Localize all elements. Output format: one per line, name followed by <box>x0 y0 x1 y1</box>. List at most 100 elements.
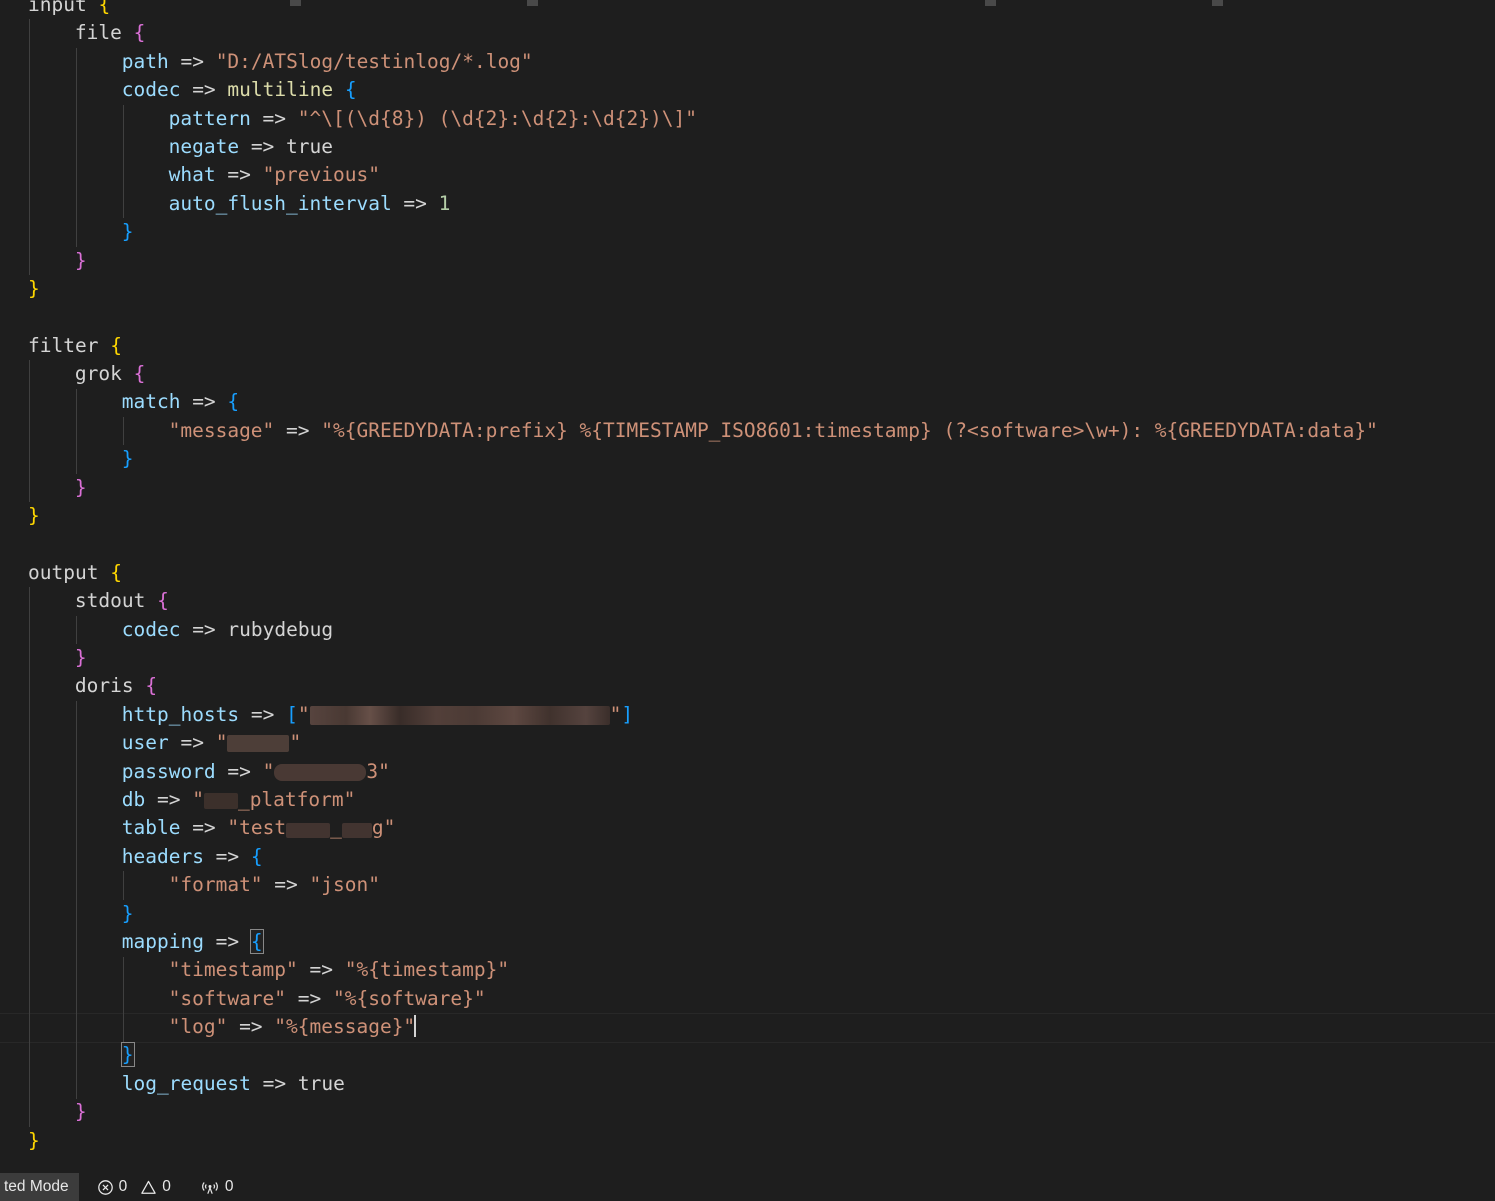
code-line[interactable]: match => { <box>0 388 1495 416</box>
code-line[interactable]: } <box>0 445 1495 473</box>
code-line[interactable]: user => " " <box>0 729 1495 757</box>
code-token: } <box>74 248 87 272</box>
code-token: true <box>297 1071 345 1095</box>
code-line[interactable]: codec => rubydebug <box>0 616 1495 644</box>
code-token: => <box>391 191 439 215</box>
code-token: => <box>180 78 228 102</box>
code-token: " <box>192 787 204 811</box>
code-token: _ <box>330 816 342 840</box>
code-token: pattern <box>168 106 251 130</box>
code-line[interactable]: "timestamp" => "%{timestamp}" <box>0 956 1495 984</box>
code-token: => <box>215 163 263 187</box>
code-line[interactable]: } <box>0 644 1495 672</box>
code-token: " <box>262 759 275 783</box>
warning-triangle-icon <box>140 1179 157 1196</box>
code-line[interactable]: codec => multiline { <box>0 76 1495 104</box>
code-token: "%{message}" <box>274 1015 416 1039</box>
code-token: => <box>227 1015 275 1039</box>
code-token: } <box>74 475 87 499</box>
code-token: password <box>121 759 216 783</box>
redacted-value <box>341 823 372 839</box>
clipped-previous-line <box>0 0 1495 8</box>
code-line[interactable]: log_request => true <box>0 1070 1495 1098</box>
code-line[interactable]: } <box>0 247 1495 275</box>
restricted-mode-label: ted Mode <box>4 1178 69 1195</box>
redacted-value <box>286 823 331 839</box>
code-line[interactable]: doris { <box>0 672 1495 700</box>
code-editor[interactable]: input {file {path => "D:/ATSlog/testinlo… <box>0 0 1495 1173</box>
status-bar: ted Mode 0 0 0 <box>0 1173 1495 1201</box>
code-content[interactable]: input {file {path => "D:/ATSlog/testinlo… <box>0 0 1495 1155</box>
code-token: => <box>203 844 251 868</box>
code-token: => <box>250 106 298 130</box>
code-line[interactable]: } <box>0 502 1495 530</box>
problems-indicator[interactable]: 0 0 <box>79 1173 191 1201</box>
code-token: g" <box>371 816 396 840</box>
code-token: => <box>262 873 310 897</box>
code-token: match <box>121 390 181 414</box>
code-token: => <box>180 816 228 840</box>
code-line[interactable] <box>0 530 1495 558</box>
restricted-mode-badge[interactable]: ted Mode <box>0 1173 79 1201</box>
code-token: " <box>297 702 310 726</box>
code-line[interactable]: } <box>0 1098 1495 1126</box>
code-line[interactable]: stdout { <box>0 587 1495 615</box>
code-line[interactable]: } <box>0 1127 1495 1155</box>
code-line[interactable]: pattern => "^\[(\d{8}) (\d{2}:\d{2}:\d{2… <box>0 105 1495 133</box>
code-token: table <box>121 816 181 840</box>
code-line[interactable]: file { <box>0 19 1495 47</box>
code-token: { <box>344 78 357 102</box>
code-line[interactable]: auto_flush_interval => 1 <box>0 190 1495 218</box>
code-line[interactable]: "software" => "%{software}" <box>0 985 1495 1013</box>
code-token: } <box>121 901 134 925</box>
code-line[interactable]: path => "D:/ATSlog/testinlog/*.log" <box>0 48 1495 76</box>
code-line[interactable]: } <box>0 1041 1495 1069</box>
bracket-match: { <box>249 928 264 954</box>
code-token: => <box>145 787 193 811</box>
code-line[interactable] <box>0 303 1495 331</box>
code-line[interactable]: what => "previous" <box>0 161 1495 189</box>
ports-indicator[interactable]: 0 <box>191 1173 244 1201</box>
code-token: log_request <box>121 1071 251 1095</box>
code-line[interactable]: filter { <box>0 332 1495 360</box>
code-line[interactable]: password => " 3" <box>0 758 1495 786</box>
code-line[interactable]: negate => true <box>0 133 1495 161</box>
code-token: => <box>286 986 333 1010</box>
text-cursor <box>414 1015 417 1038</box>
code-token: } <box>121 220 134 244</box>
code-line[interactable]: table => "test _ g" <box>0 814 1495 842</box>
code-line[interactable]: "format" => "json" <box>0 871 1495 899</box>
code-token: { <box>133 21 146 45</box>
code-line[interactable]: "message" => "%{GREEDYDATA:prefix} %{TIM… <box>0 417 1495 445</box>
code-line[interactable]: } <box>0 900 1495 928</box>
code-line[interactable]: } <box>0 474 1495 502</box>
code-token: doris <box>74 674 146 698</box>
error-count: 0 <box>118 1178 128 1195</box>
code-line[interactable]: headers => { <box>0 843 1495 871</box>
code-token: { <box>145 674 158 698</box>
code-token: { <box>110 333 122 357</box>
code-token: => <box>297 958 345 982</box>
code-token: codec <box>121 617 181 641</box>
code-token: rubydebug <box>227 617 334 641</box>
code-line[interactable]: output { <box>0 559 1495 587</box>
redacted-value <box>203 792 238 809</box>
code-token: grok <box>74 362 134 386</box>
code-line[interactable]: "log" => "%{message}" <box>0 1013 1495 1044</box>
error-circle-icon <box>97 1179 114 1196</box>
code-token: codec <box>121 78 181 102</box>
code-line[interactable]: grok { <box>0 360 1495 388</box>
code-token: => <box>215 759 263 783</box>
code-token: => <box>180 617 228 641</box>
code-token: => <box>168 731 216 755</box>
code-token: file <box>74 21 134 45</box>
code-line[interactable]: db => " _platform" <box>0 786 1495 814</box>
code-token: { <box>133 362 146 386</box>
code-line[interactable]: } <box>0 275 1495 303</box>
code-line[interactable]: http_hosts => [" "] <box>0 701 1495 729</box>
code-token: => <box>168 49 216 73</box>
redacted-value <box>309 705 610 725</box>
code-line[interactable]: mapping => { <box>0 928 1495 956</box>
code-token: } <box>28 1128 40 1152</box>
code-line[interactable]: } <box>0 218 1495 246</box>
